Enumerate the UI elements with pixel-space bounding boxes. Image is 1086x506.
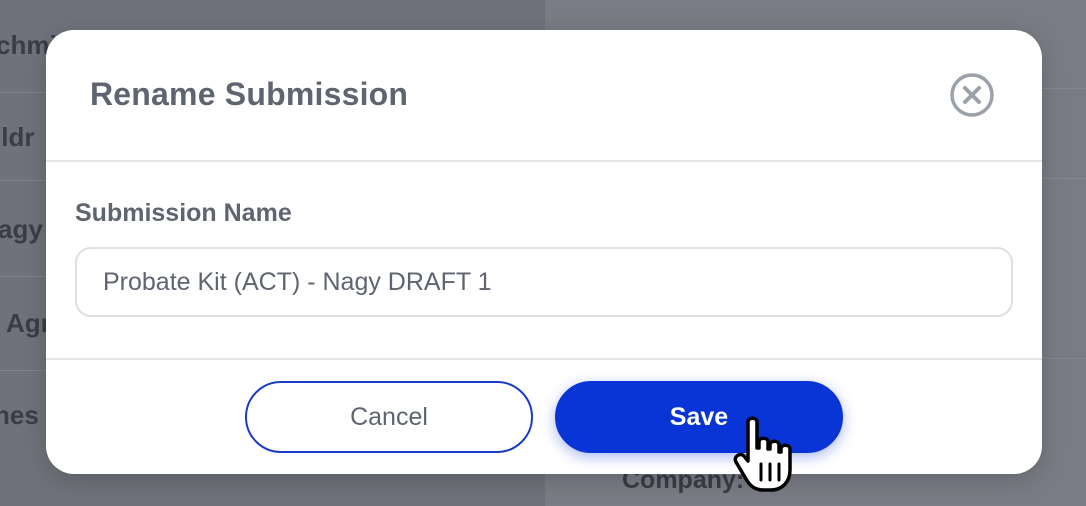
rename-submission-dialog: Rename Submission Submission Name Cancel… xyxy=(46,30,1042,474)
cancel-button[interactable]: Cancel xyxy=(245,381,533,453)
dialog-footer: Cancel Save xyxy=(46,360,1042,474)
dialog-header: Rename Submission xyxy=(46,30,1042,162)
dialog-body: Submission Name xyxy=(46,162,1042,360)
dialog-title: Rename Submission xyxy=(90,76,409,112)
background-row-text: ildr xyxy=(0,122,35,152)
background-row-text: Agr xyxy=(6,308,51,338)
background-row-text: agy xyxy=(0,214,43,244)
close-button[interactable] xyxy=(949,72,995,118)
submission-name-input[interactable] xyxy=(75,247,1013,317)
cancel-button-label: Cancel xyxy=(350,402,428,431)
save-button[interactable]: Save xyxy=(555,381,843,453)
save-button-label: Save xyxy=(669,402,729,431)
submission-name-label: Submission Name xyxy=(75,199,292,227)
close-circle-icon xyxy=(950,73,994,117)
